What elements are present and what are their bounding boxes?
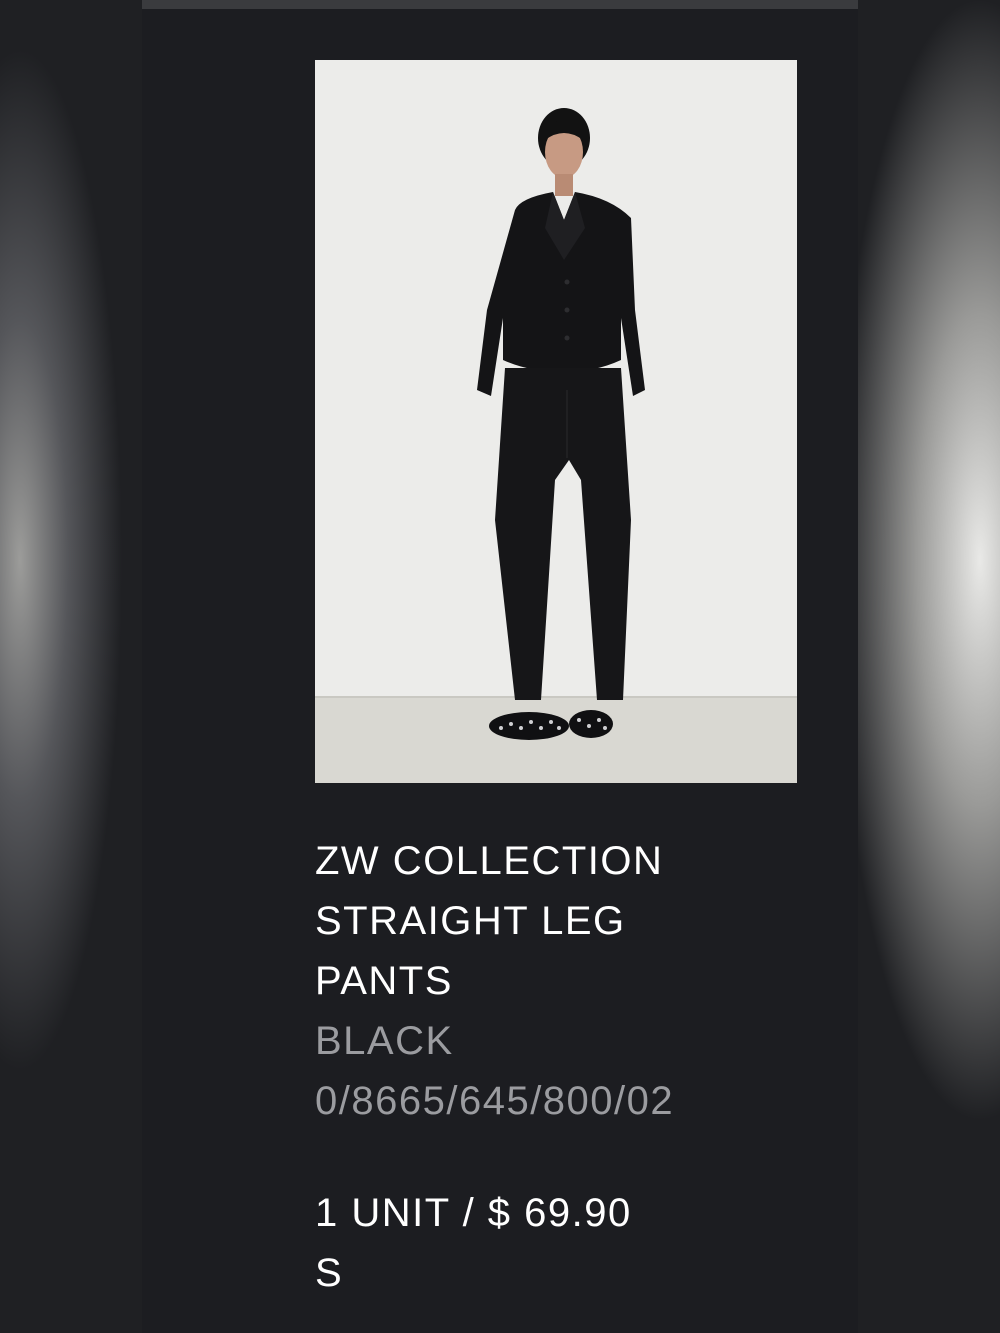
product-card: ZW COLLECTION STRAIGHT LEG PANTS BLACK 0… — [142, 9, 858, 1333]
product-size: S — [315, 1251, 344, 1295]
product-reference: 0/8665/645/800/02 — [315, 1079, 675, 1123]
product-title-line-2: STRAIGHT LEG — [315, 899, 626, 943]
product-title-line-3: PANTS — [315, 959, 453, 1003]
quantity-price: 1 UNIT / $ 69.90 — [315, 1191, 632, 1235]
top-strip — [142, 0, 858, 9]
product-image[interactable] — [315, 60, 797, 783]
product-color: BLACK — [315, 1019, 454, 1063]
product-title-line-1: ZW COLLECTION — [315, 839, 664, 883]
product-info: ZW COLLECTION STRAIGHT LEG PANTS BLACK 0… — [315, 831, 815, 1303]
model-photo-icon — [315, 60, 797, 783]
